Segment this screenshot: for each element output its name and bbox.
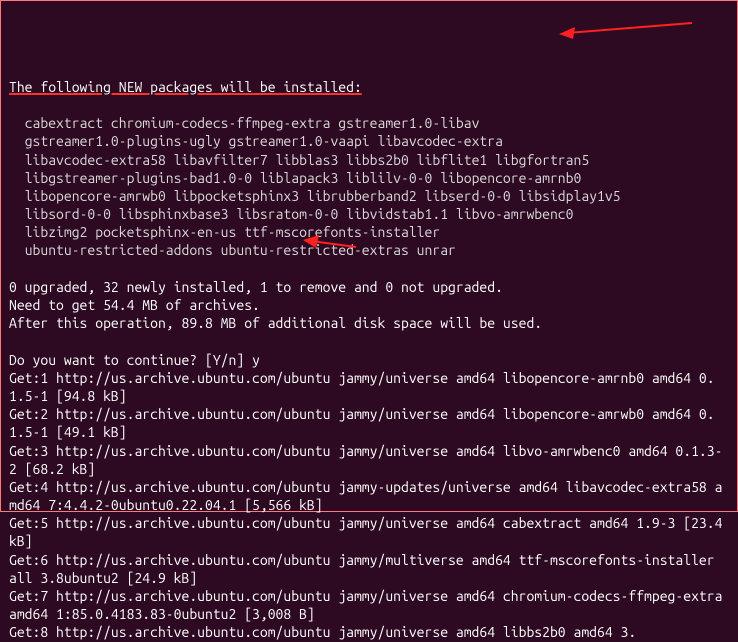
apt-continue-prompt: Do you want to continue? [Y/n]	[9, 352, 252, 368]
apt-package-list: cabextract chromium-codecs-ffmpeg-extra …	[9, 115, 621, 258]
apt-download-log: Get:1 http://us.archive.ubuntu.com/ubunt…	[9, 370, 730, 641]
apt-new-packages-header: The following NEW packages will be insta…	[9, 79, 362, 95]
apt-summary: 0 upgraded, 32 newly installed, 1 to rem…	[9, 279, 542, 331]
apt-continue-input[interactable]: y	[252, 352, 260, 368]
annotation-arrow-icon	[557, 19, 697, 41]
